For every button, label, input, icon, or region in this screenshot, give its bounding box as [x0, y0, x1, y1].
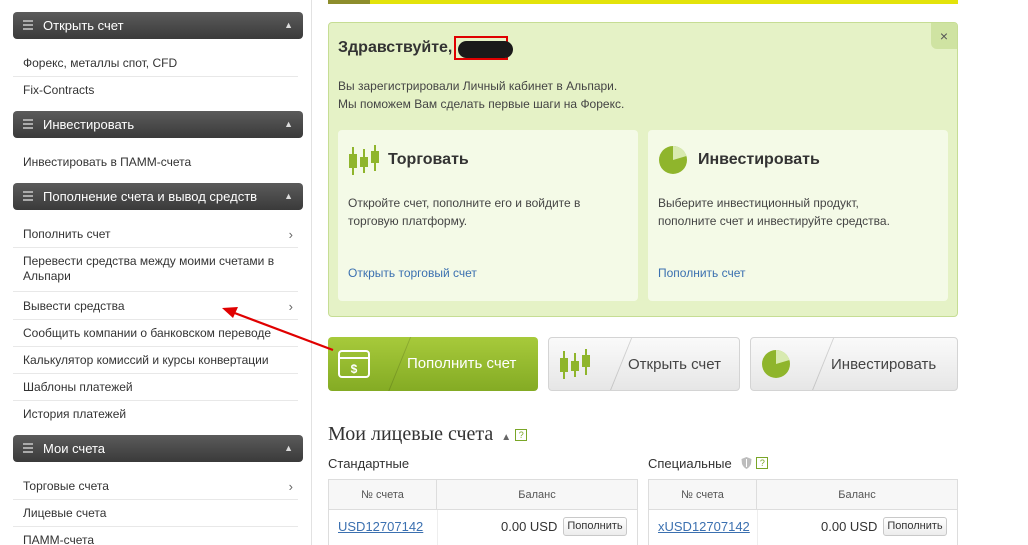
deposit-button-label: Пополнить счет	[407, 355, 517, 372]
collapse-icon[interactable]: ▲	[284, 435, 293, 462]
section-title: Мои счета	[43, 441, 106, 456]
open-account-button[interactable]: Открыть счет	[548, 337, 740, 391]
collapse-icon[interactable]: ▲	[501, 432, 511, 443]
column-divider	[757, 510, 758, 545]
chevron-right-icon: ›	[288, 227, 293, 242]
sidebar-item-trading-accounts[interactable]: Торговые счета ›	[23, 479, 298, 494]
drag-handle-icon	[23, 20, 33, 32]
open-trading-account-link[interactable]: Открыть торговый счет	[348, 266, 477, 280]
sidebar-item-label: Торговые счета	[23, 479, 109, 493]
sidebar-item-label: Пополнить счет	[23, 227, 111, 241]
sidebar-item-fee-calculator[interactable]: Калькулятор комиссий и курсы конвертации	[23, 353, 298, 368]
close-icon[interactable]: ×	[931, 23, 957, 49]
column-header-balance: Баланс	[437, 480, 637, 510]
sidebar-item-bank-transfer-notice[interactable]: Сообщить компании о банковском переводе	[23, 326, 298, 341]
sidebar-item-payment-history[interactable]: История платежей	[23, 407, 298, 422]
sidebar-item-withdraw[interactable]: Вывести средства ›	[23, 299, 298, 314]
redaction-blob	[458, 41, 513, 58]
page: Открыть счет ▲ Форекс, металлы спот, CFD…	[0, 0, 1028, 545]
sidebar-item-personal-accounts[interactable]: Лицевые счета	[23, 506, 298, 521]
special-label-group: Специальные ?	[648, 456, 769, 471]
sidebar-item-forex[interactable]: Форекс, металлы спот, CFD	[23, 56, 298, 71]
divider	[13, 76, 298, 77]
drag-handle-icon	[23, 119, 33, 131]
my-accounts-title: Мои лицевые счета	[328, 423, 494, 445]
deposit-button[interactable]: $ Пополнить счет	[328, 337, 538, 391]
deposit-link[interactable]: Пополнить счет	[658, 266, 746, 280]
divider	[13, 247, 298, 248]
greeting: Здравствуйте,	[338, 39, 453, 56]
pie-chart-icon	[659, 145, 687, 174]
drag-handle-icon	[23, 443, 33, 455]
column-header-number: № счета	[329, 480, 437, 510]
svg-text:$: $	[351, 362, 358, 376]
divider	[13, 373, 298, 374]
divider	[13, 346, 298, 347]
wallet-icon: $	[338, 350, 370, 378]
section-open-account[interactable]: Открыть счет ▲	[13, 12, 303, 39]
invest-card: Инвестировать Выберите инвестиционный пр…	[648, 130, 948, 301]
intro-line: Мы поможем Вам сделать первые шаги на Фо…	[338, 97, 625, 111]
standard-accounts-table: № счета Баланс USD12707142 0.00 USD Попо…	[328, 479, 638, 545]
sidebar-item-label: Вывести средства	[23, 299, 125, 313]
section-deposit-withdraw[interactable]: Пополнение счета и вывод средств ▲	[13, 183, 303, 210]
sidebar-item-deposit[interactable]: Пополнить счет ›	[23, 227, 298, 242]
column-header-number: № счета	[649, 480, 757, 510]
welcome-intro: Вы зарегистрировали Личный кабинет в Аль…	[338, 77, 624, 113]
chevron-right-icon: ›	[288, 479, 293, 494]
welcome-panel: × Здравствуйте, Вы зарегистрировали Личн…	[328, 22, 958, 317]
candlestick-icon	[349, 145, 379, 175]
sidebar-item-payment-templates[interactable]: Шаблоны платежей	[23, 380, 298, 395]
deposit-row-button[interactable]: Пополнить	[883, 517, 947, 536]
trade-text: Откройте счет, пополните его и войдите в…	[348, 196, 581, 228]
shield-icon	[741, 457, 752, 469]
help-icon[interactable]: ?	[756, 457, 769, 469]
drag-handle-icon	[23, 191, 33, 203]
divider	[13, 526, 298, 527]
account-number-link[interactable]: USD12707142	[338, 519, 423, 534]
section-title: Пополнение счета и вывод средств	[43, 189, 258, 204]
column-header-balance: Баланс	[757, 480, 957, 510]
pie-chart-icon	[762, 349, 790, 378]
divider	[13, 319, 298, 320]
trade-title: Торговать	[388, 151, 469, 168]
special-label: Специальные	[648, 456, 732, 471]
trade-card: Торговать Откройте счет, пополните его и…	[338, 130, 638, 301]
invest-title: Инвестировать	[698, 151, 820, 168]
divider	[13, 291, 298, 292]
sidebar-item-transfer[interactable]: Перевести средства между моими счетами в…	[23, 254, 285, 284]
section-my-accounts[interactable]: Мои счета ▲	[13, 435, 303, 462]
collapse-icon[interactable]: ▲	[284, 111, 293, 138]
invest-button-label: Инвестировать	[831, 356, 937, 373]
account-number-link[interactable]: xUSD12707142	[658, 519, 750, 534]
my-accounts-heading: Мои лицевые счета ▲?	[328, 423, 528, 446]
open-account-label: Открыть счет	[628, 356, 721, 373]
section-title: Инвестировать	[43, 117, 135, 132]
intro-line: Вы зарегистрировали Личный кабинет в Аль…	[338, 79, 618, 93]
section-invest[interactable]: Инвестировать ▲	[13, 111, 303, 138]
invest-text: Выберите инвестиционный продукт, пополни…	[658, 196, 890, 228]
sidebar-item-fix-contracts[interactable]: Fix-Contracts	[23, 83, 298, 98]
divider	[13, 499, 298, 500]
sidebar-item-pamm-invest[interactable]: Инвестировать в ПАММ-счета	[23, 155, 298, 170]
section-title: Открыть счет	[43, 18, 124, 33]
sidebar: Открыть счет ▲ Форекс, металлы спот, CFD…	[0, 0, 312, 545]
divider	[13, 400, 298, 401]
collapse-icon[interactable]: ▲	[284, 12, 293, 39]
candlestick-icon	[560, 349, 590, 379]
sidebar-item-pamm-accounts[interactable]: ПАММ-счета	[23, 533, 298, 545]
collapse-icon[interactable]: ▲	[284, 183, 293, 210]
top-accent-active	[328, 0, 370, 4]
account-balance: 0.00 USD	[821, 519, 878, 534]
column-divider	[437, 510, 438, 545]
account-balance: 0.00 USD	[501, 519, 558, 534]
deposit-row-button[interactable]: Пополнить	[563, 517, 627, 536]
standard-label: Стандартные	[328, 456, 410, 471]
invest-button[interactable]: Инвестировать	[750, 337, 958, 391]
special-accounts-table: № счета Баланс xUSD12707142 0.00 USD Поп…	[648, 479, 958, 545]
redacted-username	[454, 36, 513, 60]
help-icon[interactable]: ?	[515, 429, 528, 441]
top-accent-bar	[328, 0, 958, 4]
chevron-right-icon: ›	[288, 299, 293, 314]
